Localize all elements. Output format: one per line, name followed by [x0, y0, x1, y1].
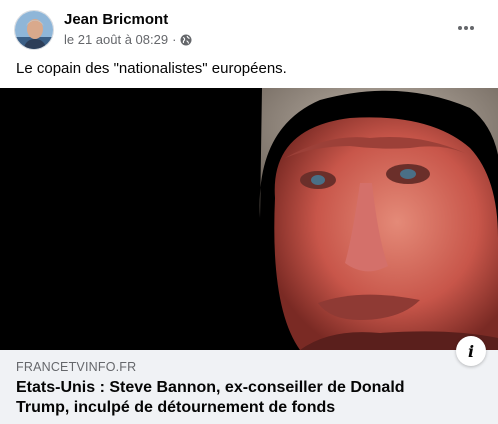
info-icon[interactable]: i	[456, 336, 486, 366]
avatar-image	[15, 11, 53, 49]
link-preview-footer[interactable]: FRANCETVINFO.FR Etats-Unis : Steve Banno…	[0, 336, 498, 424]
post-meta: le 21 août à 08:29 ·	[64, 32, 192, 47]
news-photo	[0, 88, 498, 350]
post-caption: Le copain des "nationalistes" européens.	[16, 60, 287, 77]
globe-icon	[180, 34, 192, 45]
author-avatar[interactable]	[14, 10, 54, 50]
link-preview-image[interactable]	[0, 88, 498, 350]
meta-separator: ·	[172, 32, 177, 47]
more-options-icon	[458, 26, 474, 30]
link-domain: FRANCETVINFO.FR	[16, 360, 137, 374]
link-headline[interactable]: Etats-Unis : Steve Bannon, ex-conseiller…	[16, 378, 456, 418]
facebook-post: Jean Bricmont le 21 août à 08:29 · Le co…	[0, 0, 498, 424]
author-name[interactable]: Jean Bricmont	[64, 11, 168, 28]
post-timestamp[interactable]: le 21 août à 08:29	[64, 32, 168, 47]
more-options-button[interactable]	[452, 16, 480, 40]
post-header: Jean Bricmont le 21 août à 08:29 ·	[14, 10, 484, 52]
